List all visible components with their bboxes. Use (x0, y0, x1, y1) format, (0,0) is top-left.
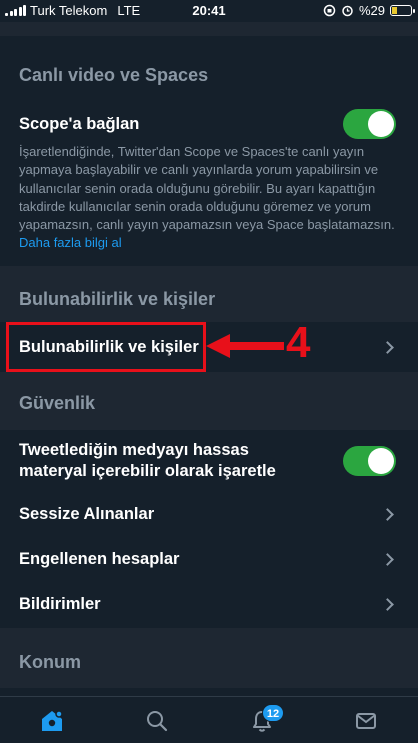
alarm-icon (342, 5, 353, 17)
annotation-highlight-box (6, 322, 206, 372)
scope-description: İşaretlendiğinde, Twitter'dan Scope ve S… (19, 143, 399, 253)
scope-row: Scope'a bağlan (0, 104, 418, 144)
bottom-tab-bar (0, 696, 418, 743)
scope-description-text: İşaretlendiğinde, Twitter'dan Scope ve S… (19, 144, 395, 233)
chevron-right-icon (381, 340, 394, 354)
section-title-security: Güvenlik (19, 393, 96, 413)
muted-label: Sessize Alınanlar (19, 505, 155, 523)
sensitive-media-toggle[interactable] (343, 446, 396, 476)
sensitive-media-row: Tweetlediğin medyayı hassas materyal içe… (0, 433, 418, 489)
section-title-live-video: Canlı video ve Spaces (19, 65, 209, 85)
chevron-right-icon (381, 508, 394, 521)
blocked-accounts-row[interactable]: Engellenen hesaplar (0, 537, 418, 582)
battery-percent: %29 (358, 3, 385, 18)
learn-more-link[interactable]: Daha fazla bilgi al (19, 235, 122, 250)
muted-row[interactable]: Sessize Alınanlar (0, 492, 418, 537)
chevron-right-icon (381, 553, 394, 566)
search-icon[interactable] (145, 709, 169, 733)
sensitive-media-label: Tweetlediğin medyayı hassas materyal içe… (19, 441, 276, 480)
battery-icon (390, 5, 415, 16)
section-title-discoverability: Bulunabilirlik ve kişiler (19, 289, 216, 309)
notification-count-badge: 12 (262, 704, 284, 722)
chevron-right-icon (381, 598, 394, 611)
annotation-arrow (206, 334, 284, 358)
annotation-step-number: 4 (286, 318, 311, 367)
notifications-row[interactable]: Bildirimler (0, 582, 418, 627)
orientation-lock-icon (323, 4, 336, 17)
home-icon[interactable] (40, 709, 64, 733)
top-divider (0, 22, 418, 36)
scope-toggle[interactable] (343, 109, 396, 139)
status-bar: Turk Telekom LTE 20:41 %29 (0, 0, 418, 22)
blocked-accounts-label: Engellenen hesaplar (19, 550, 180, 568)
scope-label: Scope'a bağlan (19, 114, 140, 133)
section-title-location: Konum (19, 652, 81, 672)
status-right: %29 (323, 3, 415, 18)
messages-icon[interactable] (354, 709, 378, 733)
notifications-label: Bildirimler (19, 595, 101, 613)
